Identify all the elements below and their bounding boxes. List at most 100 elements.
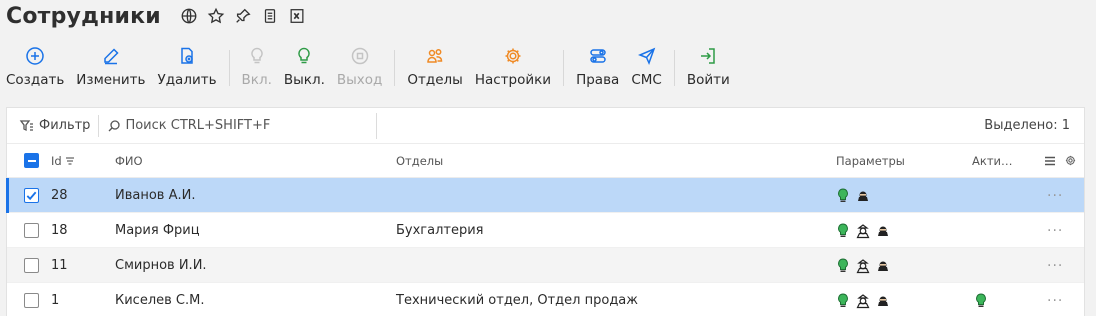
table-row[interactable]: 1 Киселев С.М. Технический отдел, Отдел … [7, 283, 1084, 316]
create-button[interactable]: Создать [0, 42, 70, 92]
row-more-button[interactable]: ··· [1047, 283, 1063, 316]
excel-icon[interactable] [287, 6, 307, 26]
globe-icon[interactable] [179, 6, 199, 26]
toolbar-divider [673, 50, 675, 86]
employees-grid: Фильтр Выделено: 1 Id ФИО Отделы Парамет… [6, 107, 1085, 316]
table-row[interactable]: 18 Мария Фриц Бухгалтерия ··· [7, 213, 1084, 248]
scroll-icon[interactable] [260, 6, 280, 26]
sms-button[interactable]: СМС [625, 42, 668, 92]
cell-name: Иванов А.И. [115, 188, 196, 203]
check-icon [26, 191, 37, 201]
exit-button[interactable]: Выход [331, 42, 389, 92]
cell-params [836, 178, 870, 213]
row-checkbox[interactable] [24, 248, 39, 283]
spy-icon [856, 258, 870, 273]
search-input[interactable] [125, 118, 366, 133]
delete-document-icon [176, 44, 198, 68]
departments-label: Отделы [407, 72, 463, 88]
cell-name: Смирнов И.И. [115, 258, 207, 273]
filter-button[interactable]: Фильтр [19, 118, 90, 134]
selected-count: Выделено: 1 [984, 118, 1070, 133]
bulb-green-icon [838, 222, 848, 237]
ninja-icon [858, 191, 868, 201]
checkbox-unchecked [24, 223, 39, 238]
pin-icon[interactable] [233, 6, 253, 26]
bulb-green-icon [838, 257, 848, 272]
header-id[interactable]: Id [51, 154, 76, 168]
login-icon [697, 44, 719, 68]
cell-params [836, 213, 890, 248]
toolbar: Создать Изменить Удалить Вкл. Выкл. Выхо… [0, 42, 736, 92]
row-more-button[interactable]: ··· [1047, 213, 1063, 248]
cell-name: Мария Фриц [115, 223, 200, 238]
settings-label: Настройки [474, 72, 552, 88]
table-row[interactable]: 11 Смирнов И.И. ··· [7, 248, 1084, 283]
header-departments-label: Отделы [396, 153, 444, 168]
table-row[interactable]: 28 Иванов А.И. ··· [6, 178, 1084, 213]
header-params-label: Параметры [836, 153, 905, 168]
row-checkbox[interactable] [24, 178, 39, 213]
departments-button[interactable]: Отделы [401, 42, 468, 92]
header-name[interactable]: ФИО [115, 154, 143, 168]
edit-button[interactable]: Изменить [70, 42, 151, 92]
enable-button[interactable]: Вкл. [236, 42, 278, 92]
settings-button[interactable]: Настройки [469, 42, 557, 92]
enable-label: Вкл. [241, 72, 272, 88]
table-header: Id ФИО Отделы Параметры Акти… [7, 144, 1084, 178]
title-bar: Сотрудники [6, 0, 307, 32]
bulb-green-icon [838, 187, 848, 202]
columns-menu-icon[interactable] [1044, 155, 1056, 167]
toolbar-divider [394, 50, 396, 86]
header-params[interactable]: Параметры [836, 154, 905, 168]
checkbox-partial [24, 153, 39, 168]
header-departments[interactable]: Отделы [396, 154, 443, 168]
select-all-checkbox[interactable] [24, 153, 39, 168]
cell-departments: Бухгалтерия [396, 223, 484, 238]
filter-bar: Фильтр Выделено: 1 [7, 108, 1084, 144]
sms-label: СМС [631, 72, 662, 88]
login-button[interactable]: Войти [681, 42, 736, 92]
rights-label: Права [576, 72, 620, 88]
cell-departments: Технический отдел, Отдел продаж [396, 293, 638, 308]
spy-icon [856, 223, 870, 238]
row-more-button[interactable]: ··· [1047, 248, 1063, 283]
ninja-icon [878, 226, 888, 236]
gear-icon [502, 44, 524, 68]
delete-button[interactable]: Удалить [151, 42, 222, 92]
row-checkbox[interactable] [24, 283, 39, 316]
delete-label: Удалить [157, 72, 217, 88]
search-icon [108, 119, 121, 131]
create-label: Создать [6, 72, 65, 88]
header-active-label: Акти… [972, 153, 1013, 168]
login-label: Войти [686, 72, 730, 88]
header-name-label: ФИО [115, 153, 143, 168]
bulb-green-icon [976, 292, 986, 307]
filter-divider [98, 114, 100, 137]
rights-button[interactable]: Права [570, 42, 625, 92]
bulb-icon [293, 44, 315, 68]
cell-id: 1 [51, 293, 60, 308]
disable-button[interactable]: Выкл. [278, 42, 331, 92]
page-title: Сотрудники [6, 3, 161, 29]
row-checkbox[interactable] [24, 213, 39, 248]
header-active[interactable]: Акти… [972, 154, 1013, 168]
grid-settings-icon[interactable] [1065, 155, 1076, 166]
toggles-icon [587, 44, 609, 68]
star-icon[interactable] [206, 6, 226, 26]
people-icon [424, 44, 446, 68]
cell-id: 28 [51, 188, 68, 203]
spy-icon [856, 293, 870, 308]
row-more-button[interactable]: ··· [1047, 178, 1063, 213]
search-box [107, 112, 378, 139]
filter-icon [19, 119, 33, 131]
exit-label: Выход [336, 72, 383, 88]
cell-id: 18 [51, 223, 68, 238]
bulb-green-icon [838, 292, 848, 307]
ninja-icon [878, 296, 888, 306]
cell-params [836, 283, 890, 316]
toolbar-divider [563, 50, 565, 86]
cell-active [974, 283, 988, 316]
sort-icon [65, 156, 74, 165]
filter-label: Фильтр [39, 118, 91, 133]
checkbox-unchecked [24, 293, 39, 308]
